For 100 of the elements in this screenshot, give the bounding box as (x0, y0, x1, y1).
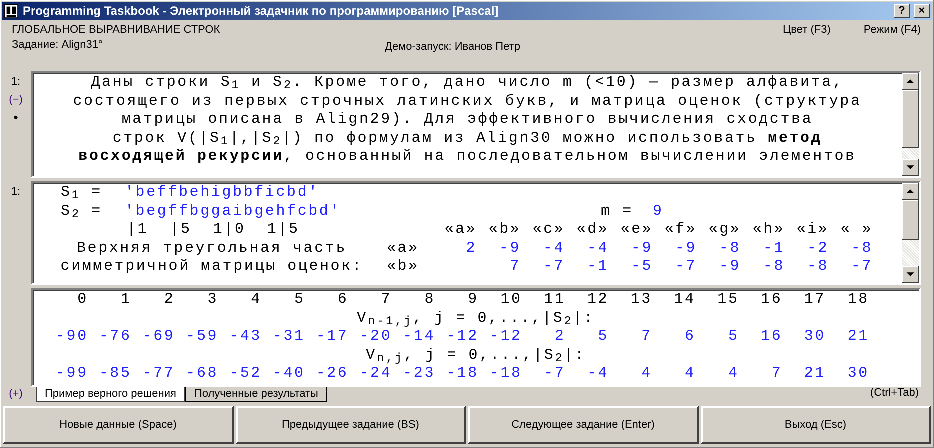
task-text-line: Даны строки S$_{1}$ и S$_{2}$. Кроме того, дано число m (<10) — размер алфавита, (90, 74, 845, 93)
tab[interactable]: Полученные результаты (185, 386, 328, 402)
index-label: 6 (336, 291, 350, 310)
scroll-up-icon[interactable] (902, 73, 919, 90)
action-button[interactable]: Следующее задание (Enter) (468, 406, 698, 444)
matrix-value: -4 (543, 240, 565, 257)
menu-link[interactable]: Цвет (F3) (782, 24, 831, 68)
index-label: 5 (294, 291, 306, 310)
vector-value: -18 (446, 365, 480, 384)
vector-label: V$_{n,j}$, j = 0,...,|S$_{2}$|: (365, 346, 587, 366)
tab[interactable]: Пример верного решения (36, 386, 186, 402)
matrix-value: -7 (543, 258, 565, 276)
menu-link[interactable]: Режим (F4) (864, 24, 921, 68)
index-label: 0 (76, 291, 90, 310)
matrix-value: -8 (719, 240, 741, 257)
vector-value: 21 (803, 365, 828, 384)
matrix-value: -9 (499, 240, 521, 257)
vector-value: -43 (228, 328, 263, 347)
task-text-line: матрицы описана в Align29). Для эффективного вычисления сходства (120, 111, 814, 130)
task-title: ГЛОБАЛЬНОЕ ВЫРАВНИВАНИЕ СТРОК (12, 24, 222, 36)
vector-value: -85 (98, 365, 133, 384)
scroll-down-icon[interactable] (902, 266, 919, 283)
column-header: «i» (796, 221, 830, 240)
task-text-line: строк V(|S$_{1}$|,|S$_{2}$|) по формулам из Align30 можно использовать метод (112, 130, 824, 148)
matrix-value: -7 (851, 258, 873, 276)
m-label: m = (601, 202, 634, 222)
index-label: 15 (716, 291, 740, 310)
vector-value: 30 (846, 365, 870, 384)
matrix-value: -8 (807, 258, 829, 276)
matrix-value: -4 (587, 240, 609, 257)
scroll-up-icon[interactable] (902, 183, 919, 200)
scrollbar[interactable] (902, 183, 919, 283)
task-text-line: восходящей рекурсии, основанный на последовательном вычислении элементов (78, 148, 858, 167)
index-label: 17 (803, 291, 828, 310)
vector-value: 7 (770, 365, 784, 384)
column-header: « » (840, 221, 874, 240)
index-label: 13 (630, 291, 654, 310)
task-text-line: состоящего из первых строчных латинских букв, и матрица оценок (структура (72, 92, 863, 112)
index-label: 9 (467, 291, 480, 310)
vector-value: 4 (727, 365, 740, 384)
vector-value: -77 (142, 365, 176, 384)
vector-value: -52 (228, 365, 263, 384)
scroll-thumb[interactable] (902, 200, 919, 240)
column-header: «h» (752, 221, 786, 240)
action-button[interactable]: Выход (Esc) (700, 406, 931, 444)
vector-value: 5 (597, 328, 610, 347)
vector-value: -68 (185, 365, 220, 384)
vector-value: 4 (640, 365, 654, 384)
matrix-value: -9 (675, 240, 697, 257)
window-title: Programming Taskbook - Электронный задачник по программированию [Pascal] (23, 4, 500, 18)
app-icon (4, 4, 19, 18)
string-label: S$_{2}$ = (61, 202, 104, 222)
row-letter: «b» (387, 258, 420, 277)
task-name: Задание: Align31° (12, 39, 104, 51)
vector-value: -69 (142, 328, 176, 347)
column-header: «e» (620, 221, 654, 240)
vector-value: 5 (727, 328, 740, 347)
action-button[interactable]: Предыдущее задание (BS) (236, 406, 466, 444)
section-marker: (−) (9, 93, 23, 108)
vector-label: V$_{n-1,j}$, j = 0,...,|S$_{2}$|: (356, 310, 596, 328)
matrix-value: -8 (763, 258, 785, 276)
scrollbar[interactable] (902, 73, 919, 176)
scroll-track[interactable] (902, 148, 919, 159)
string-label: S$_{1}$ = (61, 184, 104, 203)
matrix-value: -9 (719, 258, 741, 276)
demo-label: Демо-запуск: Иванов Петр (385, 41, 520, 55)
matrix-value: -2 (807, 240, 829, 257)
vector-value: -90 (54, 328, 90, 347)
close-button[interactable]: × (914, 4, 930, 18)
vector-value: -17 (315, 328, 350, 347)
vector-value: -40 (272, 365, 306, 384)
vector-value: -20 (358, 328, 394, 347)
matrix-value: -5 (631, 258, 653, 276)
vector-value: 4 (684, 365, 697, 384)
vector-value: -76 (98, 328, 133, 347)
index-label: 14 (673, 291, 697, 310)
index-label: 7 (380, 291, 394, 310)
matrix-value: 7 (510, 258, 521, 276)
action-button[interactable]: Новые данные (Space) (3, 406, 234, 444)
index-label: 8 (424, 291, 437, 310)
scroll-down-icon[interactable] (902, 159, 919, 176)
matrix-value: -1 (763, 240, 785, 257)
matrix-value: -7 (675, 258, 697, 276)
help-button[interactable]: ? (894, 4, 910, 18)
row-letter: «a» (387, 240, 420, 258)
vector-value: -12 (446, 328, 480, 347)
string-value: 'begffbggaibgehfcbd' (125, 202, 342, 222)
section-marker: (+) (9, 386, 23, 402)
vector-value: -4 (586, 365, 610, 384)
index-label: 11 (543, 291, 567, 310)
matrix-value: -1 (587, 258, 609, 276)
index-label: 1 (120, 291, 133, 310)
column-header: «a» (444, 221, 478, 240)
vector-value: -18 (488, 365, 524, 384)
position-ruler: |1 |5 1|0 1|5 (126, 221, 301, 240)
scroll-thumb[interactable] (902, 90, 919, 148)
section-marker: 1: (11, 75, 21, 90)
vector-value: 21 (846, 328, 870, 347)
vector-value: 30 (803, 328, 828, 347)
vector-value: -7 (543, 365, 567, 384)
